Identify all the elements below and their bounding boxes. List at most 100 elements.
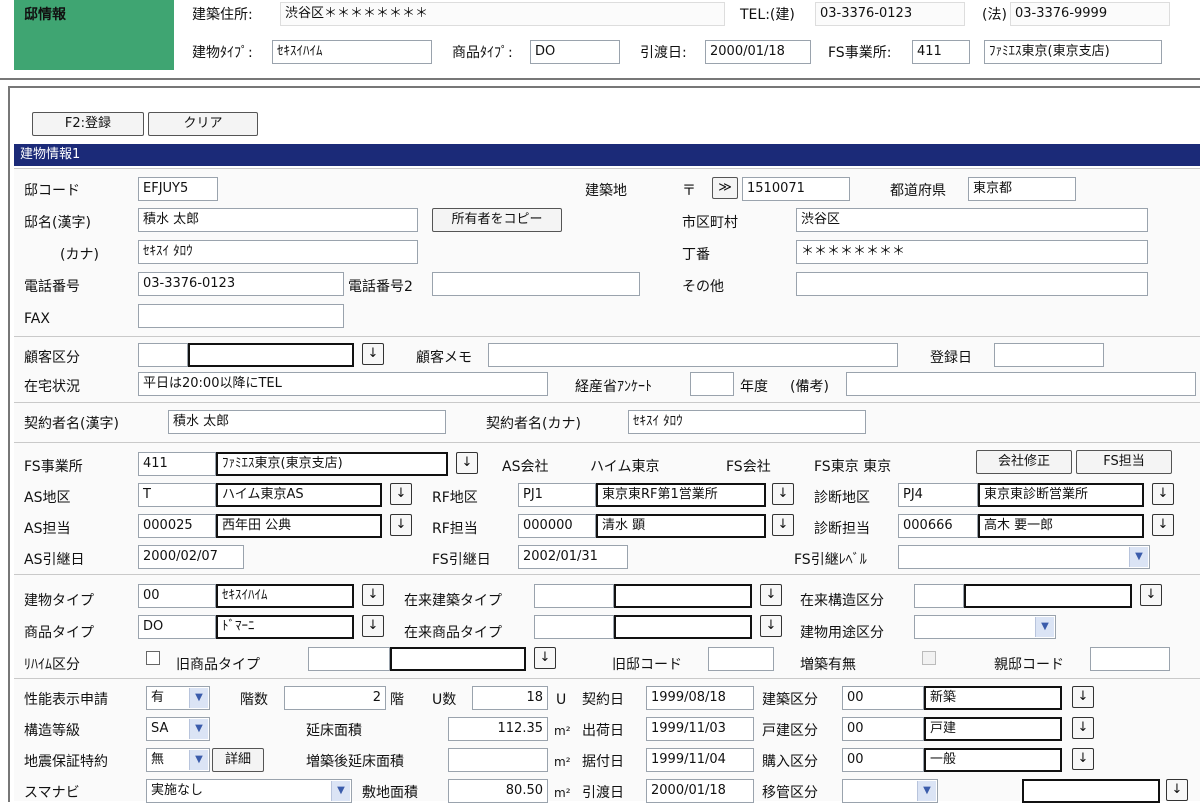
legacy-building-code[interactable]: [534, 584, 614, 608]
as-staff-code[interactable]: 000025: [138, 514, 216, 538]
purchase-cat-code[interactable]: 00: [842, 748, 924, 772]
fs-level-select[interactable]: ▼: [898, 545, 1150, 569]
legacy-building-arrow-icon[interactable]: ↓: [760, 584, 782, 606]
home-status-field[interactable]: 平日は20:00以降にTEL: [138, 372, 548, 396]
rf-staff-arrow-icon[interactable]: ↓: [772, 514, 794, 536]
rf-area-code[interactable]: PJ1: [518, 483, 596, 507]
customer-category-code[interactable]: [138, 343, 188, 367]
after-ext-field[interactable]: [448, 748, 548, 772]
reg-date-field[interactable]: [994, 343, 1104, 367]
house-cat-code[interactable]: 00: [842, 717, 924, 741]
top-building-type-field: ｾｷｽｲﾊｲﾑ: [272, 40, 432, 64]
contract-kana-field[interactable]: ｾｷｽｲ ﾀﾛｳ: [628, 410, 866, 434]
postal-code-field[interactable]: 1510071: [742, 177, 850, 201]
legacy-product-arrow-icon[interactable]: ↓: [760, 615, 782, 637]
phone-field[interactable]: 03-3376-0123: [138, 272, 344, 296]
contract-kanji-field[interactable]: 積水 太郎: [168, 410, 446, 434]
legacy-product-label: 在来商品タイプ: [404, 625, 502, 641]
struct-grade-select[interactable]: SA ▼: [146, 717, 210, 741]
perf-display-select[interactable]: 有 ▼: [146, 686, 210, 710]
tel2-field: 03-3376-9999: [1010, 2, 1170, 26]
rf-staff-name: 清水 顕: [596, 514, 766, 538]
customer-memo-field[interactable]: [488, 343, 898, 367]
install-date-field[interactable]: 1999/11/04: [646, 748, 754, 772]
floors-field[interactable]: 2: [284, 686, 386, 710]
quake-detail-button[interactable]: 詳細: [212, 748, 264, 772]
build-cat-arrow-icon[interactable]: ↓: [1072, 686, 1094, 708]
city-field[interactable]: 渋谷区: [796, 208, 1148, 232]
house-cat-arrow-icon[interactable]: ↓: [1072, 717, 1094, 739]
product-type-code[interactable]: DO: [138, 615, 216, 639]
city-label: 市区町村: [682, 215, 738, 231]
name-kana-field[interactable]: ｾｷｽｲ ﾀﾛｳ: [138, 240, 418, 264]
note-field[interactable]: [846, 372, 1196, 396]
legacy-struct-code[interactable]: [914, 584, 964, 608]
building-type-arrow-icon[interactable]: ↓: [362, 584, 384, 606]
product-type-arrow-icon[interactable]: ↓: [362, 615, 384, 637]
top-building-type-label: 建物ﾀｲﾌﾟ:: [192, 45, 253, 61]
copy-owner-button[interactable]: 所有者をコピー: [432, 208, 562, 232]
parent-code-field[interactable]: [1090, 647, 1170, 671]
diag-area-code[interactable]: PJ4: [898, 483, 978, 507]
fs-office-code[interactable]: 411: [138, 452, 216, 476]
name-kanji-field[interactable]: 積水 太郎: [138, 208, 418, 232]
contract-date-field[interactable]: 1999/08/18: [646, 686, 754, 710]
as-staff-name: 西年田 公典: [216, 514, 382, 538]
register-button[interactable]: F2:登録: [32, 112, 144, 136]
code-field[interactable]: EFJUY5: [138, 177, 218, 201]
perf-display-label: 性能表示申請: [24, 692, 108, 708]
transfer-select[interactable]: ▼: [842, 779, 938, 803]
build-cat-code[interactable]: 00: [842, 686, 924, 710]
purchase-cat-arrow-icon[interactable]: ↓: [1072, 748, 1094, 770]
old-product-code[interactable]: [308, 647, 390, 671]
old-code-field[interactable]: [708, 647, 774, 671]
meti-survey-field[interactable]: [690, 372, 734, 396]
fs-office-arrow-icon[interactable]: ↓: [456, 452, 478, 474]
dropdown-icon: ▼: [189, 688, 208, 708]
units-field[interactable]: 18: [472, 686, 548, 710]
chome-field[interactable]: ＊＊＊＊＊＊＊＊: [796, 240, 1148, 264]
legacy-product-code[interactable]: [534, 615, 614, 639]
old-product-name: [390, 647, 526, 671]
fs-handover-field[interactable]: 2002/01/31: [518, 545, 628, 569]
fax-field[interactable]: [138, 304, 344, 328]
phone2-field[interactable]: [432, 272, 640, 296]
site-area-label: 敷地面積: [362, 785, 418, 801]
prefecture-field[interactable]: 東京都: [968, 177, 1076, 201]
other-field[interactable]: [796, 272, 1148, 296]
sumanavi-label: スマナビ: [24, 785, 80, 801]
as-area-code[interactable]: T: [138, 483, 216, 507]
site-area-field[interactable]: 80.50: [448, 779, 548, 803]
old-code-label: 旧邸コード: [612, 657, 682, 673]
diag-staff-code[interactable]: 000666: [898, 514, 978, 538]
sumanavi-select[interactable]: 実施なし ▼: [146, 779, 352, 803]
postal-search-button[interactable]: ≫: [712, 177, 738, 199]
phone-label: 電話番号: [24, 279, 80, 295]
diag-area-arrow-icon[interactable]: ↓: [1152, 483, 1174, 505]
usage-select[interactable]: ▼: [914, 615, 1056, 639]
as-staff-arrow-icon[interactable]: ↓: [390, 514, 412, 536]
building-type-code[interactable]: 00: [138, 584, 216, 608]
as-handover-field[interactable]: 2000/02/07: [138, 545, 244, 569]
note-label: (備考): [790, 379, 829, 395]
ship-date-field[interactable]: 1999/11/03: [646, 717, 754, 741]
reheim-checkbox[interactable]: [146, 651, 160, 665]
legacy-struct-arrow-icon[interactable]: ↓: [1140, 584, 1162, 606]
clear-button[interactable]: クリア: [148, 112, 258, 136]
fix-company-button[interactable]: 会社修正: [976, 450, 1072, 474]
as-area-arrow-icon[interactable]: ↓: [390, 483, 412, 505]
old-product-label: 旧商品タイプ: [176, 657, 260, 673]
transfer-arrow-icon[interactable]: ↓: [1166, 779, 1188, 801]
floor-area-field[interactable]: 112.35: [448, 717, 548, 741]
quake-select[interactable]: 無 ▼: [146, 748, 210, 772]
diag-staff-arrow-icon[interactable]: ↓: [1152, 514, 1174, 536]
old-product-arrow-icon[interactable]: ↓: [534, 647, 556, 669]
handover-date-field[interactable]: 2000/01/18: [646, 779, 754, 803]
rf-staff-code[interactable]: 000000: [518, 514, 596, 538]
floor-area-unit: m²: [554, 724, 571, 738]
extension-checkbox[interactable]: [922, 651, 936, 665]
customer-category-arrow-icon[interactable]: ↓: [362, 343, 384, 365]
rf-area-arrow-icon[interactable]: ↓: [772, 483, 794, 505]
site-area-unit: m²: [554, 786, 571, 800]
fs-staff-button[interactable]: FS担当: [1076, 450, 1172, 474]
